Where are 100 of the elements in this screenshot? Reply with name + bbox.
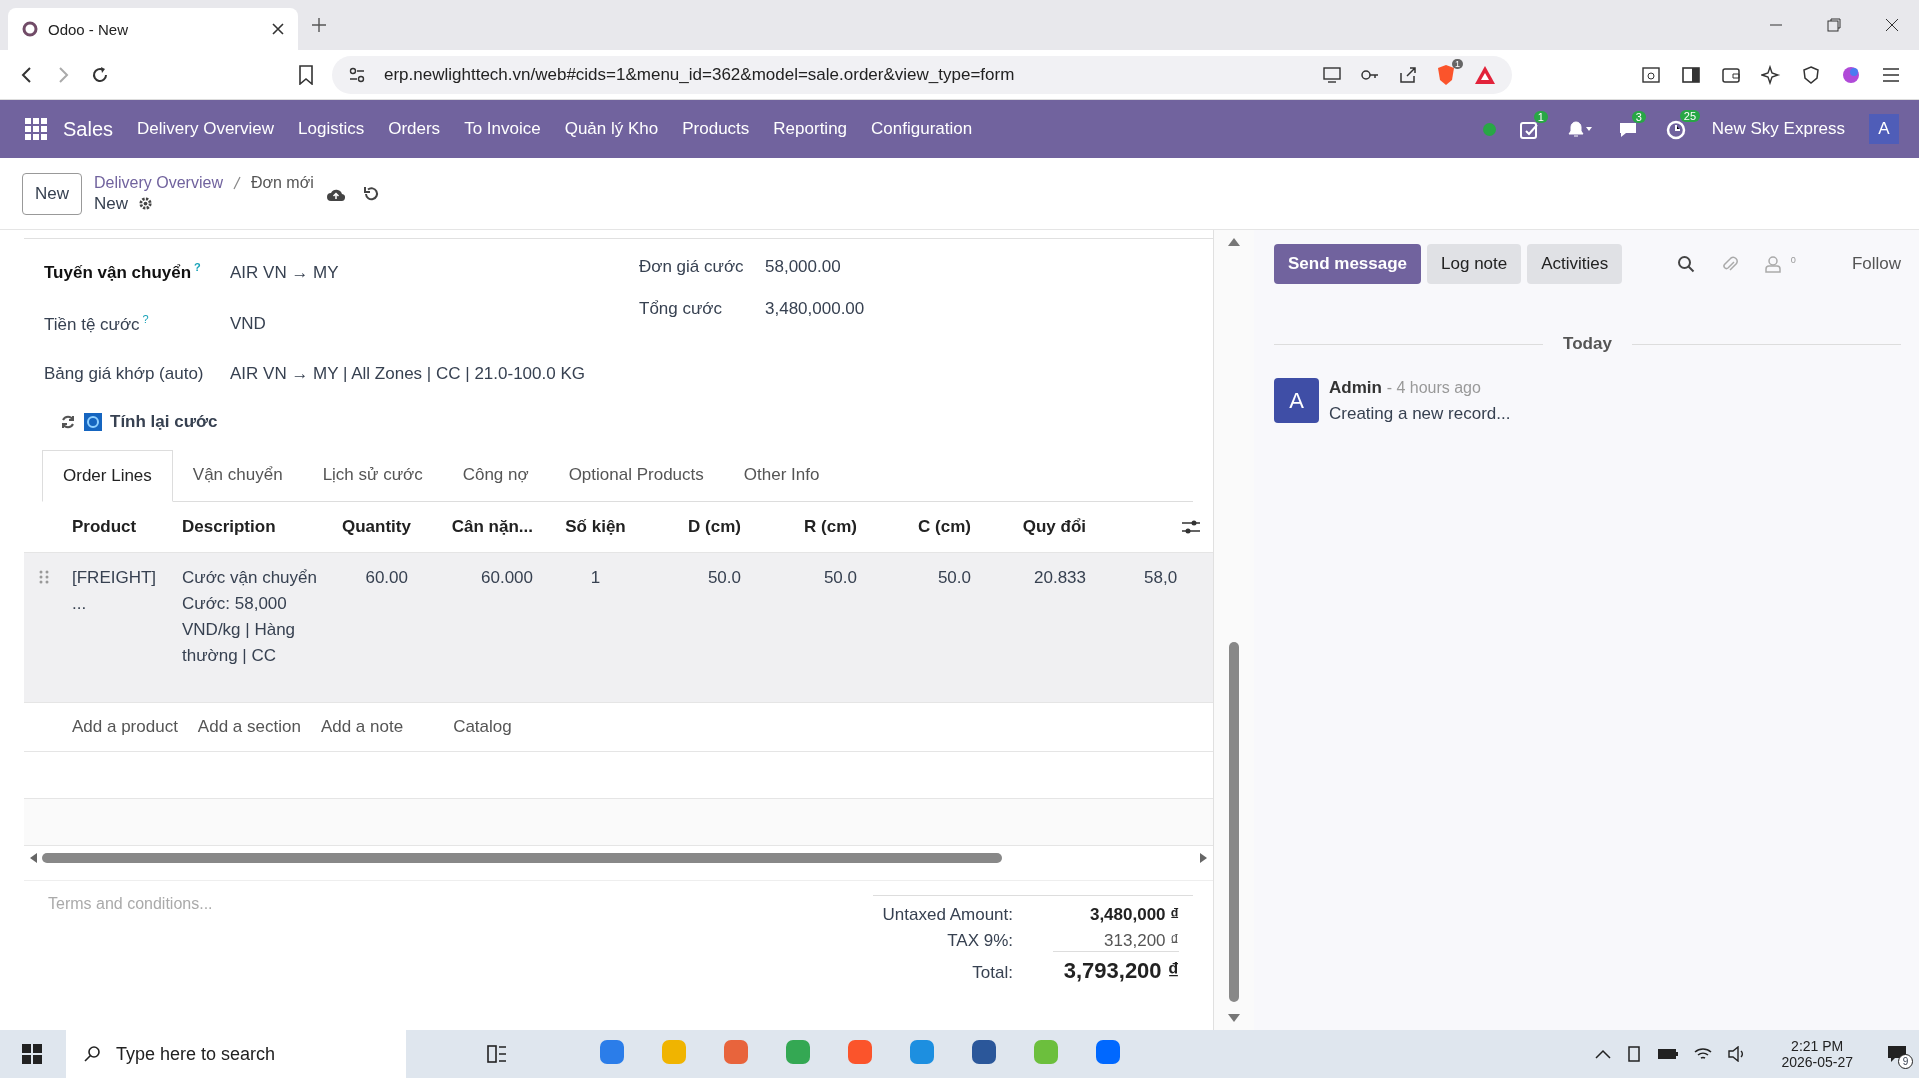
add-line-link[interactable]: Add a note: [320, 717, 404, 738]
reader-icon[interactable]: [1641, 64, 1661, 85]
user-avatar[interactable]: A: [1869, 114, 1899, 144]
form-tab[interactable]: Optional Products: [548, 450, 724, 502]
sidebar-icon[interactable]: [1681, 64, 1701, 85]
site-settings-icon[interactable]: [348, 65, 366, 84]
clock-time[interactable]: 2:21 PM: [1791, 1038, 1844, 1054]
nav-menu-item[interactable]: Products: [682, 119, 750, 139]
recalculate-button[interactable]: Tính lại cước: [60, 412, 218, 433]
column-header[interactable]: Description: [174, 517, 334, 538]
follow-button[interactable]: Follow: [1851, 254, 1901, 274]
add-line-link[interactable]: Add a section: [197, 717, 301, 738]
vertical-scrollbar-thumb[interactable]: [1229, 642, 1239, 1002]
clock-date[interactable]: 2026-05-27: [1781, 1054, 1853, 1070]
windows-start-icon[interactable]: [22, 1044, 42, 1064]
form-tab[interactable]: Vận chuyển: [172, 450, 303, 502]
cast-icon[interactable]: [1322, 65, 1342, 84]
total-label: TAX 9%:: [947, 931, 1013, 952]
apps-grid-icon[interactable]: [25, 118, 47, 140]
address-bar[interactable]: erp.newlighttech.vn/web#cids=1&menu_id=362&model=sale.order&view_type=form 1: [332, 55, 1512, 94]
field-value[interactable]: AIR VN → MY | All Zones | CC | 21.0-100.0 KG: [230, 364, 585, 385]
scroll-down-icon[interactable]: [1228, 1014, 1240, 1022]
field-label: Đơn giá cước: [639, 257, 745, 277]
scroll-left-icon[interactable]: [30, 853, 38, 864]
column-header[interactable]: Product: [64, 517, 174, 538]
table-cell-text: 1: [589, 567, 602, 590]
app-name[interactable]: Sales: [63, 117, 114, 141]
notification-icon[interactable]: [1887, 1045, 1907, 1063]
total-label: Total:: [972, 963, 1013, 984]
column-header[interactable]: R (cm): [749, 517, 865, 538]
nav-menu-item[interactable]: Delivery Overview: [137, 119, 274, 139]
column-header[interactable]: Quy đổi: [979, 517, 1094, 538]
nav-menu-item[interactable]: Logistics: [298, 119, 365, 139]
nav-menu-item[interactable]: Configuration: [871, 119, 973, 139]
sparkle-icon[interactable]: [1761, 64, 1781, 85]
odoo-logo-icon: [22, 21, 38, 37]
discard-icon[interactable]: [362, 184, 380, 203]
field-value[interactable]: AIR VN → MY: [230, 262, 339, 283]
vpn-shield-icon[interactable]: [1801, 64, 1821, 85]
scroll-right-icon[interactable]: [1199, 853, 1207, 864]
bell-icon[interactable]: [1565, 119, 1594, 139]
column-header[interactable]: C (cm): [865, 517, 979, 538]
message-author[interactable]: Admin: [1329, 378, 1382, 397]
chevron-up-icon[interactable]: [1595, 1048, 1612, 1060]
nav-menu-item[interactable]: Reporting: [773, 119, 848, 139]
nav-menu-item[interactable]: Orders: [388, 119, 441, 139]
url-text: erp.newlighttech.vn/web#cids=1&menu_id=362&model=sale.order&view_type=form: [384, 64, 1015, 85]
triangle-icon[interactable]: [1474, 64, 1496, 85]
chatter-button[interactable]: Activities: [1527, 244, 1623, 284]
form-tab[interactable]: Công nợ: [442, 450, 549, 502]
count-badge: 1: [1533, 111, 1548, 123]
gear-icon[interactable]: [138, 196, 154, 211]
nav-menu-item[interactable]: Quản lý Kho: [564, 119, 659, 139]
reload-icon[interactable]: [90, 64, 110, 85]
table-cell-text: Cước vận chuyển Cước: 58,000 VND/kg | Hàng thường | CC: [181, 567, 318, 668]
field-value[interactable]: VND: [230, 314, 266, 335]
share-icon[interactable]: [1398, 65, 1418, 84]
battery-icon[interactable]: [1657, 1047, 1680, 1061]
add-line-link[interactable]: Add a product: [72, 717, 178, 738]
form-tab[interactable]: Other Info: [723, 450, 840, 502]
chatter-button[interactable]: Log note: [1427, 244, 1522, 284]
restore-icon[interactable]: [1827, 18, 1841, 32]
scroll-up-icon[interactable]: [1228, 238, 1240, 246]
taskbar-search-field[interactable]: Type here to search: [66, 1030, 406, 1078]
count-badge: 3: [1631, 111, 1646, 123]
total-value: 313,200 ₫: [1053, 931, 1179, 953]
profile-icon[interactable]: [1841, 64, 1861, 85]
form-tab[interactable]: Lịch sử cước: [302, 450, 443, 502]
close-icon[interactable]: [272, 23, 284, 35]
close-icon[interactable]: [1885, 18, 1899, 32]
new-tab-icon[interactable]: [312, 18, 326, 32]
search-icon[interactable]: [1676, 255, 1695, 273]
column-header[interactable]: Số kiện: [541, 517, 650, 538]
field-label: Bảng giá khớp (auto): [44, 364, 205, 385]
wifi-icon[interactable]: [1693, 1046, 1714, 1062]
field-value: 3,480,000.00: [765, 299, 865, 319]
chatter-button[interactable]: Send message: [1274, 244, 1422, 284]
add-line-link[interactable]: Catalog: [453, 717, 512, 738]
column-header[interactable]: D (cm): [650, 517, 749, 538]
table-cell-text: 58,0: [1143, 567, 1179, 590]
refresh-icon: [60, 414, 76, 431]
column-header[interactable]: Cân nặn...: [416, 517, 541, 538]
timer-icon[interactable]: [1665, 118, 1688, 140]
new-button[interactable]: New: [22, 172, 82, 215]
bookmark-icon[interactable]: [298, 64, 314, 85]
brave-shield-icon[interactable]: [1436, 63, 1456, 86]
breadcrumb-item[interactable]: Delivery Overview: [94, 173, 223, 192]
form-tab[interactable]: Order Lines: [42, 450, 173, 503]
column-settings-icon[interactable]: [1181, 519, 1201, 536]
field-label: Tiền tệ cước $^{?}$: [44, 312, 150, 335]
count-badge: 9: [1898, 1054, 1913, 1069]
table-cell-text: 50.0: [822, 567, 858, 590]
company-name[interactable]: New Sky Express: [1711, 119, 1845, 139]
column-header[interactable]: Quantity: [334, 517, 416, 538]
nav-menu-item[interactable]: To Invoice: [464, 119, 541, 139]
field-label: Tổng cước: [639, 299, 723, 319]
author-avatar: A: [1274, 378, 1319, 423]
drag-handle-icon[interactable]: [39, 569, 49, 586]
count-badge: 1: [1452, 58, 1463, 69]
horizontal-scrollbar-thumb[interactable]: [42, 853, 1002, 864]
